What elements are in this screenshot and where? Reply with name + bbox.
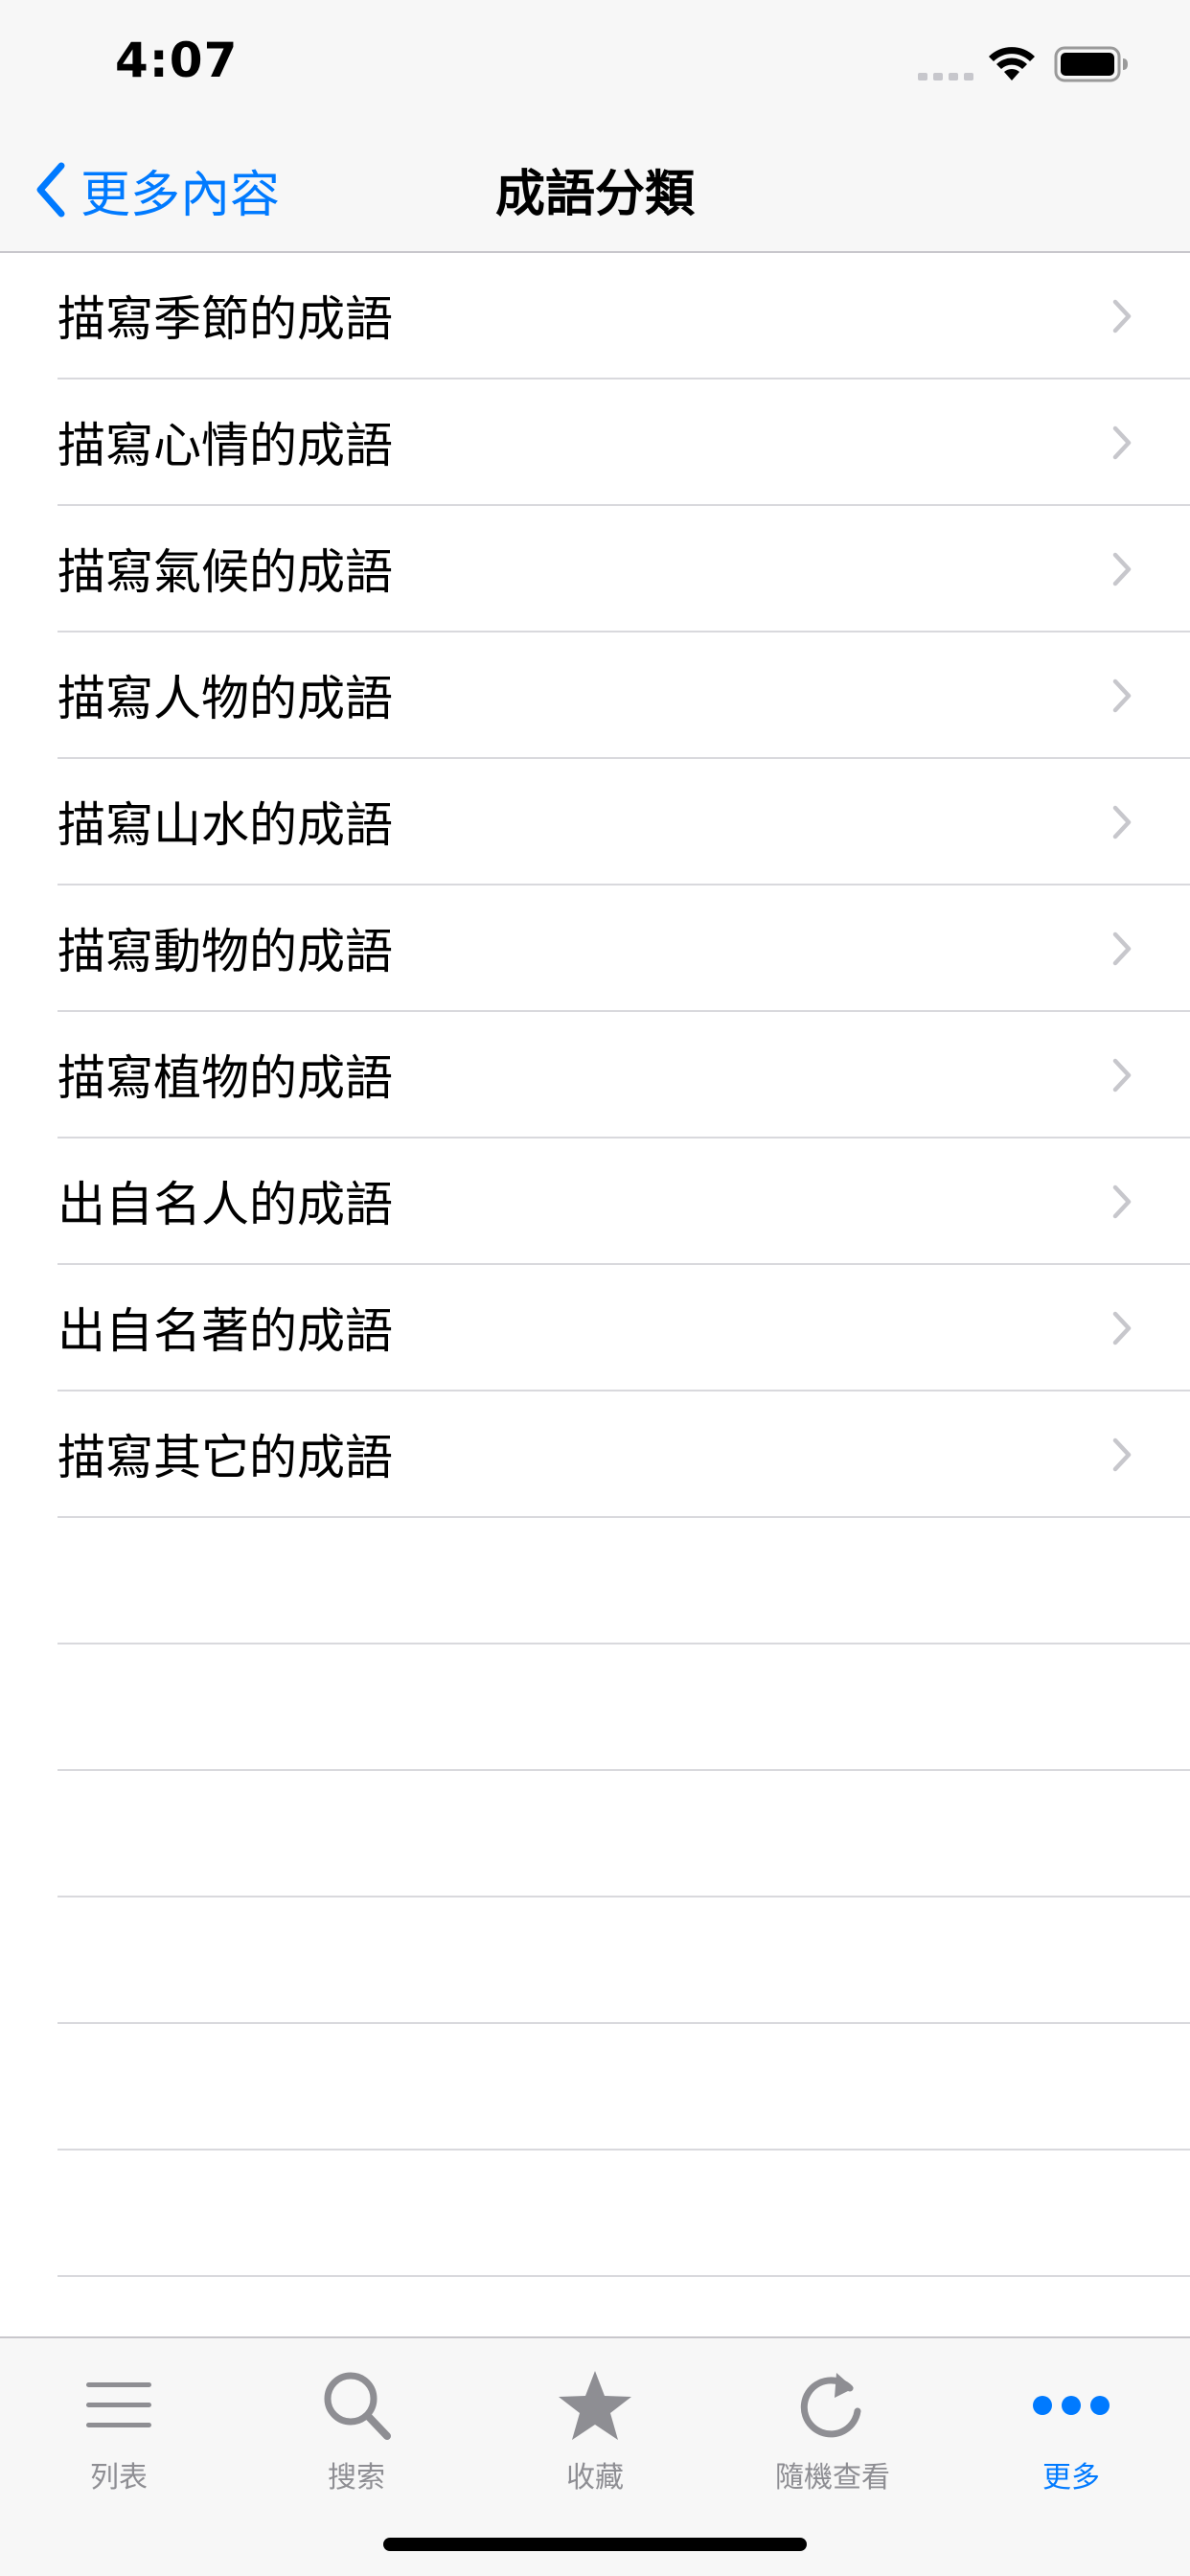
chevron-right-icon — [1112, 1058, 1132, 1092]
status-bar: 4:07 — [0, 0, 1190, 126]
list-item[interactable]: 描寫植物的成語 — [0, 1012, 1190, 1138]
status-time: 4:07 — [115, 33, 239, 88]
list-item-label: 出自名人的成語 — [57, 1177, 393, 1232]
chevron-right-icon — [1112, 805, 1132, 840]
list-item[interactable]: 描寫山水的成語 — [0, 759, 1190, 886]
row-separator — [57, 2275, 1190, 2277]
empty-row — [0, 1518, 1190, 1644]
list-item-label: 出自名著的成語 — [57, 1303, 393, 1359]
navigation-bar: 成語分類 更多內容 — [0, 126, 1190, 253]
empty-row — [0, 2150, 1190, 2277]
home-indicator — [383, 2538, 807, 2551]
chevron-right-icon — [1112, 1184, 1132, 1219]
tab-more[interactable]: 更多 — [952, 2358, 1190, 2501]
list-item[interactable]: 描寫氣候的成語 — [0, 506, 1190, 632]
tab-list[interactable]: 列表 — [0, 2358, 238, 2501]
empty-row — [0, 1771, 1190, 1898]
list-item[interactable]: 出自名著的成語 — [0, 1265, 1190, 1392]
list-item[interactable]: 描寫心情的成語 — [0, 380, 1190, 506]
battery-icon — [1054, 46, 1128, 82]
list-item[interactable]: 描寫季節的成語 — [0, 253, 1190, 380]
list-item-label: 描寫人物的成語 — [57, 671, 393, 726]
chevron-right-icon — [1112, 1311, 1132, 1346]
list-item-label: 描寫季節的成語 — [57, 291, 393, 347]
list-item[interactable]: 描寫動物的成語 — [0, 886, 1190, 1012]
back-button[interactable]: 更多內容 — [34, 155, 280, 224]
list-item-label: 描寫山水的成語 — [57, 797, 393, 853]
cellular-signal-icon — [918, 73, 973, 80]
chevron-right-icon — [1112, 426, 1132, 460]
tab-label: 搜索 — [328, 2461, 385, 2495]
list-item[interactable]: 出自名人的成語 — [0, 1138, 1190, 1265]
chevron-right-icon — [1112, 552, 1132, 586]
chevron-right-icon — [1112, 932, 1132, 966]
tab-label: 更多 — [1042, 2461, 1100, 2495]
chevron-right-icon — [1112, 299, 1132, 334]
empty-row — [0, 1644, 1190, 1771]
search-icon — [324, 2372, 391, 2440]
tab-label: 列表 — [90, 2461, 148, 2495]
list-item-label: 描寫動物的成語 — [57, 924, 393, 979]
list-item-label: 描寫其它的成語 — [57, 1430, 393, 1485]
tab-label: 隨機查看 — [775, 2461, 890, 2495]
back-button-label: 更多內容 — [80, 166, 281, 224]
more-icon — [1033, 2396, 1110, 2415]
list-icon — [86, 2382, 151, 2427]
list-item-label: 描寫植物的成語 — [57, 1050, 393, 1106]
star-icon — [559, 2371, 631, 2440]
chevron-left-icon — [36, 162, 65, 218]
tab-label: 收藏 — [566, 2461, 624, 2495]
tab-random[interactable]: 隨機查看 — [714, 2358, 951, 2501]
list-item-label: 描寫氣候的成語 — [57, 544, 393, 600]
wifi-icon — [989, 47, 1035, 80]
list-item[interactable]: 描寫其它的成語 — [0, 1392, 1190, 1518]
tab-favorites[interactable]: 收藏 — [476, 2358, 714, 2501]
list-item-label: 描寫心情的成語 — [57, 418, 393, 473]
empty-row — [0, 1898, 1190, 2024]
list-item[interactable]: 描寫人物的成語 — [0, 632, 1190, 759]
category-list: 描寫季節的成語 描寫心情的成語 描寫氣候的成語 描寫人物的成語 描寫山水的成語 描寫動物的… — [0, 253, 1190, 2277]
chevron-right-icon — [1112, 678, 1132, 713]
refresh-icon — [800, 2373, 861, 2438]
chevron-right-icon — [1112, 1438, 1132, 1472]
empty-row — [0, 2024, 1190, 2150]
tab-search[interactable]: 搜索 — [238, 2358, 475, 2501]
